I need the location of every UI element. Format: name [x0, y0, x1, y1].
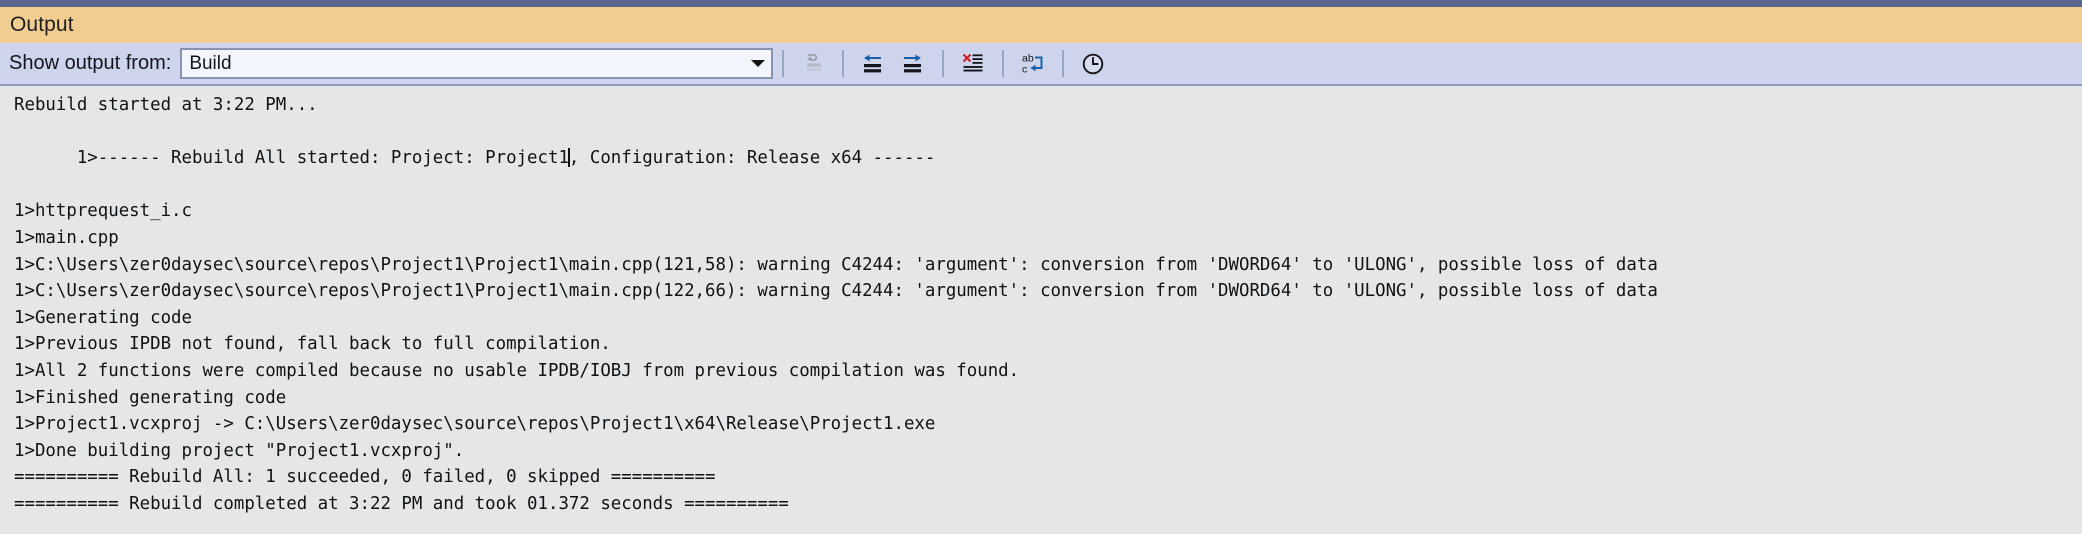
- window-accent-strip: [0, 0, 2082, 7]
- output-line: 1>Done building project "Project1.vcxpro…: [14, 440, 465, 461]
- output-line: 1>Previous IPDB not found, fall back to …: [14, 334, 611, 355]
- go-to-current-line-button[interactable]: [793, 46, 833, 82]
- output-line: ========== Rebuild All: 1 succeeded, 0 f…: [14, 467, 716, 488]
- show-output-from-label: Show output from:: [9, 52, 172, 74]
- output-line: 1>C:\Users\zer0daysec\source\repos\Proje…: [14, 254, 1658, 275]
- output-text-pane[interactable]: Rebuild started at 3:22 PM... 1>------ R…: [0, 86, 2082, 534]
- output-line-with-caret: 1>------ Rebuild All started: Project: P…: [14, 119, 2082, 199]
- output-line: 1>httprequest_i.c: [14, 201, 192, 222]
- clear-all-icon: [960, 51, 986, 77]
- output-toolbar: Show output from: Build ab c: [0, 43, 2082, 86]
- output-line: Rebuild started at 3:22 PM...: [14, 95, 318, 115]
- next-message-button[interactable]: [893, 46, 933, 82]
- toggle-word-wrap-button[interactable]: ab c: [1013, 46, 1053, 82]
- page-title: Output: [10, 13, 74, 36]
- svg-text:c: c: [1022, 63, 1027, 75]
- output-line: 1>All 2 functions were compiled because …: [14, 360, 1020, 381]
- output-line: 1>main.cpp: [14, 227, 119, 248]
- clear-all-button[interactable]: [953, 46, 993, 82]
- output-source-value: Build: [189, 52, 232, 74]
- arrow-left-lines-icon: [860, 51, 886, 77]
- toggle-timestamps-button[interactable]: [1073, 46, 1113, 82]
- toolbar-separator: [842, 50, 845, 77]
- output-line: ========== Rebuild completed at 3:22 PM …: [14, 493, 789, 514]
- toolbar-separator: [942, 50, 945, 77]
- output-line: 1>Project1.vcxproj -> C:\Users\zer0dayse…: [14, 414, 936, 435]
- toolbar-separator: [1062, 50, 1065, 77]
- output-line: 1>C:\Users\zer0daysec\source\repos\Proje…: [14, 281, 1658, 302]
- output-line: 1>Finished generating code: [14, 387, 287, 408]
- chevron-down-icon[interactable]: [745, 50, 771, 77]
- clock-icon: [1080, 51, 1106, 77]
- arrow-right-lines-icon: [900, 51, 926, 77]
- output-window-title-bar: Output: [0, 7, 2082, 43]
- output-line-pre-caret: 1>------ Rebuild All started: Project: P…: [76, 148, 569, 169]
- toolbar-separator: [782, 50, 785, 77]
- output-line-post-caret: , Configuration: Release x64 ------: [568, 148, 936, 169]
- previous-message-button[interactable]: [853, 46, 893, 82]
- output-line: 1>Generating code: [14, 307, 192, 328]
- output-source-combobox[interactable]: Build: [180, 48, 774, 79]
- go-to-current-line-icon: [800, 51, 826, 77]
- output-window: Output Show output from: Build ab c Rebu…: [0, 0, 2082, 534]
- toolbar-separator: [1002, 50, 1005, 77]
- word-wrap-icon: ab c: [1020, 51, 1046, 77]
